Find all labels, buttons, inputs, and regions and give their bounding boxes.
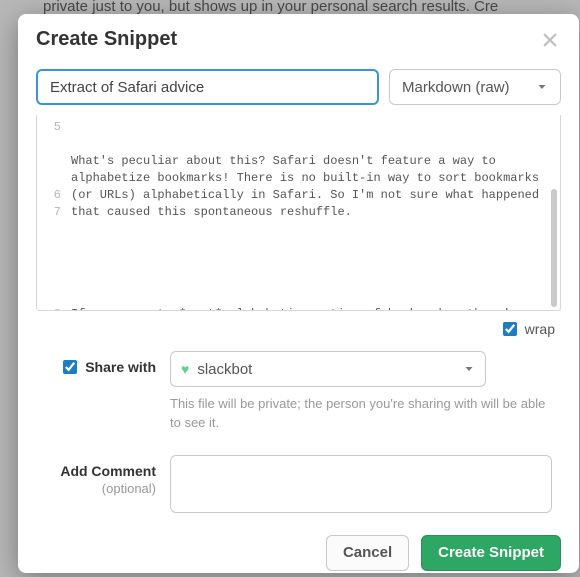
wrap-checkbox[interactable] (503, 322, 517, 336)
modal-header: Create Snippet (18, 14, 579, 69)
close-icon[interactable] (541, 31, 559, 49)
snippet-title-input[interactable] (36, 69, 379, 105)
modal-title: Create Snippet (36, 28, 177, 51)
chevron-down-icon (536, 81, 548, 93)
share-target-value: slackbot (197, 361, 252, 378)
editor-content[interactable]: What's peculiar about this? Safari doesn… (67, 115, 560, 310)
share-helper-text: This file will be private; the person yo… (170, 395, 550, 433)
editor-gutter: 5 6 7 8 9 (37, 115, 67, 310)
add-comment-sublabel: (optional) (102, 481, 156, 496)
share-checkbox[interactable] (63, 360, 77, 374)
heart-icon: ♥ (181, 361, 189, 377)
editor-scrollbar[interactable] (551, 189, 557, 307)
chevron-down-icon (463, 363, 475, 375)
share-with-label: Share with (85, 359, 156, 375)
wrap-label: wrap (525, 321, 555, 337)
modal-footer: Cancel Create Snippet (18, 525, 579, 573)
snippet-type-select[interactable]: Markdown (raw) (389, 69, 561, 105)
cancel-button[interactable]: Cancel (326, 535, 409, 571)
comment-textarea[interactable] (170, 455, 552, 513)
create-snippet-button[interactable]: Create Snippet (421, 535, 561, 571)
code-editor[interactable]: 5 6 7 8 9 What's peculiar about this? Sa… (36, 115, 561, 311)
snippet-type-value: Markdown (raw) (402, 79, 510, 96)
add-comment-label: Add Comment (60, 463, 156, 479)
share-target-select[interactable]: ♥ slackbot (170, 351, 486, 387)
create-snippet-modal: Create Snippet Markdown (raw) 5 6 7 (18, 14, 579, 573)
